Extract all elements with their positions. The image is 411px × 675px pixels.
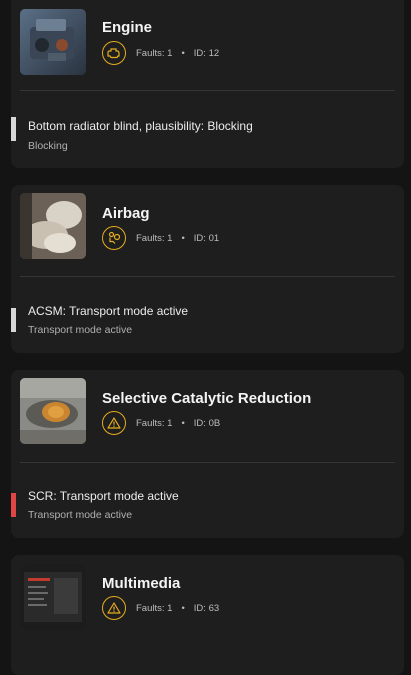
faults-count: 1 [167,47,173,59]
faults-label: Faults: [136,602,165,614]
id-label: ID: [193,232,206,244]
module-title: Multimedia [102,575,181,592]
engine-warning-icon [102,41,126,65]
fault-title: Bottom radiator blind, plausibility: Blo… [28,119,253,133]
module-card-engine[interactable]: Engine Faults: 1 • ID: 12 Bottom radiato… [11,0,404,168]
module-meta: Faults: 1 • ID: 01 [102,225,219,251]
faults-label: Faults: [136,417,165,429]
module-id: 0B [208,417,221,429]
airbag-icon [102,226,126,250]
warning-triangle-icon [102,596,126,620]
divider [20,90,395,91]
separator-dot: • [181,232,185,244]
faults-label: Faults: [136,47,165,59]
fault-entry[interactable]: ACSM: Transport mode active Transport mo… [11,295,404,345]
severity-indicator [11,117,16,141]
id-label: ID: [193,417,206,429]
module-header[interactable]: Engine Faults: 1 • ID: 12 [11,0,404,79]
divider [20,276,395,277]
module-header[interactable]: Selective Catalytic Reduction Faults: 1 … [11,370,404,455]
fault-entry[interactable]: Bottom radiator blind, plausibility: Blo… [11,109,404,159]
module-meta: Faults: 1 • ID: 12 [102,40,219,66]
module-id: 01 [208,232,220,244]
divider [20,462,395,463]
module-header[interactable]: Multimedia Faults: 1 • ID: 63 [11,555,404,640]
severity-indicator [11,308,16,332]
module-id: 63 [208,602,220,614]
separator-dot: • [181,47,185,59]
fault-entry[interactable]: SCR: Transport mode active Transport mod… [11,480,404,530]
scr-thumbnail [20,378,86,444]
faults-label: Faults: [136,232,165,244]
fault-status: Transport mode active [28,324,133,336]
fault-status: Transport mode active [28,509,133,521]
id-label: ID: [193,47,206,59]
id-label: ID: [193,602,206,614]
module-card-multimedia[interactable]: Multimedia Faults: 1 • ID: 63 [11,555,404,675]
fault-status: Blocking [28,140,68,152]
module-title: Selective Catalytic Reduction [102,390,312,407]
multimedia-thumbnail [20,564,86,630]
module-title: Engine [102,19,153,36]
module-header[interactable]: Airbag Faults: 1 • ID: 01 [11,185,404,270]
separator-dot: • [181,602,185,614]
module-card-scr[interactable]: Selective Catalytic Reduction Faults: 1 … [11,370,404,538]
module-card-airbag[interactable]: Airbag Faults: 1 • ID: 01 ACSM: Transpor… [11,185,404,353]
separator-dot: • [181,417,185,429]
fault-title: ACSM: Transport mode active [28,304,189,318]
faults-count: 1 [167,232,173,244]
warning-triangle-icon [102,411,126,435]
module-title: Airbag [102,205,150,222]
faults-count: 1 [167,602,173,614]
engine-thumbnail [20,9,86,75]
module-meta: Faults: 1 • ID: 63 [102,595,219,621]
fault-title: SCR: Transport mode active [28,489,179,503]
module-id: 12 [208,47,220,59]
faults-count: 1 [167,417,173,429]
severity-indicator [11,493,16,517]
module-meta: Faults: 1 • ID: 0B [102,410,220,436]
airbag-thumbnail [20,193,86,259]
